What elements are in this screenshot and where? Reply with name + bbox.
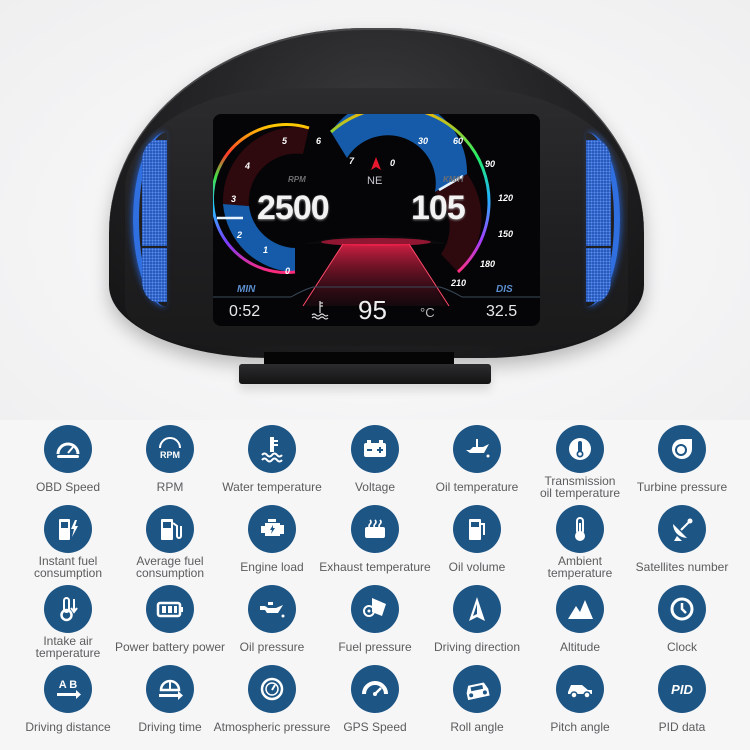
left-speaker-grille <box>133 132 167 307</box>
battery-icon <box>351 425 399 473</box>
coolant-temp-value: 95 <box>358 295 387 325</box>
speed-tick: 90 <box>485 159 496 169</box>
gauge-icon <box>351 665 399 713</box>
hud-screen: 0 1 2 3 4 5 6 7 0 30 60 90 120 150 180 2… <box>213 114 540 326</box>
car-front-tilt-icon <box>453 665 501 713</box>
rpm-unit-label: RPM <box>288 175 306 184</box>
feature-item: PID PID data <box>617 665 747 733</box>
rpm-tick: 7 <box>349 156 355 166</box>
oil-pump-icon <box>453 505 501 553</box>
speed-tick: 120 <box>498 193 514 203</box>
rpm-tick: 6 <box>316 136 322 146</box>
a-to-b-icon: A B <box>44 665 92 713</box>
feature-item: Satellites number <box>617 505 747 573</box>
trip-timer-icon <box>146 665 194 713</box>
rpm-icon: RPM <box>146 425 194 473</box>
speed-tick: 150 <box>498 229 514 239</box>
rpm-tick: 3 <box>231 194 237 204</box>
mountain-icon <box>556 585 604 633</box>
battery-level-icon <box>146 585 194 633</box>
rpm-tick: 1 <box>263 245 269 255</box>
direction-arrow-icon <box>453 585 501 633</box>
feature-grid: OBD Speed RPM RPM Water temperature Voltage O… <box>0 420 750 750</box>
stand-base <box>239 364 491 384</box>
clock-icon <box>658 585 706 633</box>
rpm-tick: 4 <box>245 161 251 171</box>
feature-item: Turbine pressure <box>617 425 747 493</box>
feature-label: PID data <box>658 720 706 734</box>
fuel-pump-icon <box>146 505 194 553</box>
svg-text:PID: PID <box>671 682 693 697</box>
rpm-tick: 5 <box>282 136 288 146</box>
turbo-icon <box>658 425 706 473</box>
temp-unit: °C <box>420 305 435 320</box>
feature-label: Turbine pressure <box>636 480 728 494</box>
speed-tick: 30 <box>418 136 429 146</box>
exhaust-heat-icon <box>351 505 399 553</box>
engine-icon <box>248 505 296 553</box>
water-temperature-icon <box>248 425 296 473</box>
oil-can-temperature-icon <box>453 425 501 473</box>
fuel-pump-bolt-icon <box>44 505 92 553</box>
distance-value: 32.5 <box>486 303 518 320</box>
min-label: MIN <box>237 284 256 295</box>
fuel-nozzle-gauge-icon <box>351 585 399 633</box>
speedometer-icon <box>44 425 92 473</box>
speed-tick: 60 <box>453 136 464 146</box>
speed-unit-label: KM/H <box>443 175 464 184</box>
speed-tick: 0 <box>390 158 396 168</box>
rpm-tick: 0 <box>285 266 291 276</box>
speed-tick: 210 <box>451 278 467 288</box>
feature-label: Clock <box>666 640 697 654</box>
barometer-icon <box>248 665 296 713</box>
rpm-value: 2500 <box>257 189 330 227</box>
thermometer-icon <box>556 505 604 553</box>
svg-text:RPM: RPM <box>160 450 180 460</box>
right-speaker-grille <box>586 132 620 307</box>
pid-text-icon: PID <box>658 665 706 713</box>
gear-thermometer-icon <box>556 425 604 473</box>
speed-tick: 180 <box>480 259 496 269</box>
drive-time-value: 0:52 <box>229 303 261 320</box>
satellite-dish-icon <box>658 505 706 553</box>
speed-value: 105 <box>411 189 466 227</box>
car-side-icon <box>556 665 604 713</box>
feature-label: Satellites number <box>635 560 729 574</box>
intake-thermometer-icon <box>44 585 92 633</box>
oil-can-icon <box>248 585 296 633</box>
compass-heading: NE <box>367 175 383 187</box>
rpm-tick: 2 <box>237 230 243 240</box>
dis-label: DIS <box>496 284 513 295</box>
feature-item: Clock <box>617 585 747 653</box>
svg-text:A B: A B <box>59 679 78 691</box>
hud-device: 0 1 2 3 4 5 6 7 0 30 60 90 120 150 180 2… <box>109 28 644 358</box>
